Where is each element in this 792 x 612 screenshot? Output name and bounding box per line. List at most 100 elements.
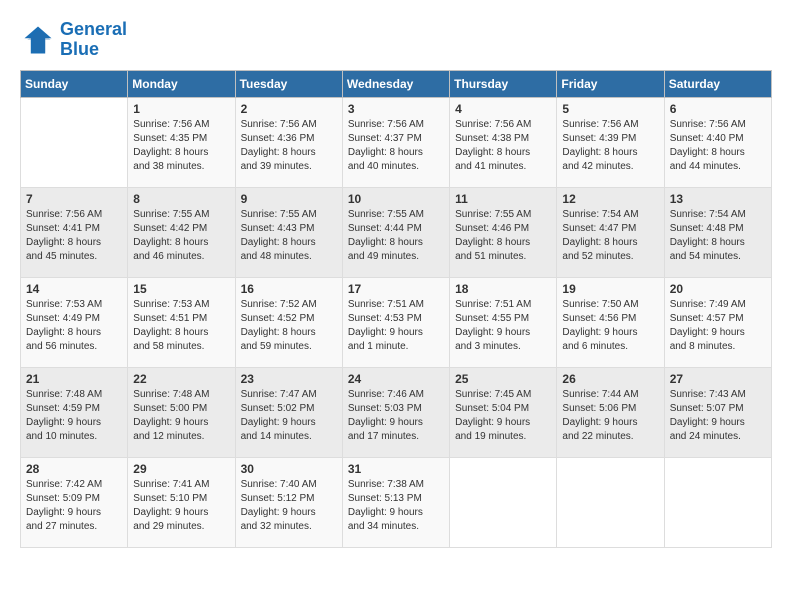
calendar-cell (557, 457, 664, 547)
calendar-cell: 31 Sunrise: 7:38 AMSunset: 5:13 PMDayligh… (342, 457, 449, 547)
day-info: Sunrise: 7:55 AMSunset: 4:44 PMDaylight:… (348, 208, 444, 264)
calendar-cell: 8Sunrise: 7:55 AMSunset: 4:42 PMDaylight… (128, 187, 235, 277)
calendar-week-row: 28Sunrise: 7:42 AMSunset: 5:09 PMDayligh… (21, 457, 772, 547)
logo: General Blue (20, 20, 127, 60)
day-number: 23 (241, 372, 337, 386)
day-number: 6 (670, 102, 766, 116)
calendar-week-row: 1 Sunrise: 7:56 AMSunset: 4:35 PMDaylight… (21, 97, 772, 187)
day-number: 12 (562, 192, 658, 206)
day-number: 10 (348, 192, 444, 206)
calendar-cell: 28Sunrise: 7:42 AMSunset: 5:09 PMDayligh… (21, 457, 128, 547)
day-info: Sunrise: 7:51 AMSunset: 4:55 PMDaylight:… (455, 298, 551, 354)
calendar-cell (450, 457, 557, 547)
day-info: Sunrise: 7:54 AMSunset: 4:47 PMDaylight:… (562, 208, 658, 264)
day-number: 31 (348, 462, 444, 476)
calendar-cell: 21 Sunrise: 7:48 AMSunset: 4:59 PMDayligh… (21, 367, 128, 457)
calendar-cell: 1 Sunrise: 7:56 AMSunset: 4:35 PMDaylight… (128, 97, 235, 187)
day-number: 3 (348, 102, 444, 116)
calendar-cell: 25 Sunrise: 7:45 AMSunset: 5:04 PMDayligh… (450, 367, 557, 457)
day-info: Sunrise: 7:50 AMSunset: 4:56 PMDaylight:… (562, 298, 658, 354)
day-number: 16 (241, 282, 337, 296)
day-number: 11 (455, 192, 551, 206)
weekday-header: Tuesday (235, 70, 342, 97)
calendar-cell: 11 Sunrise: 7:55 AMSunset: 4:46 PMDayligh… (450, 187, 557, 277)
day-number: 21 (26, 372, 122, 386)
day-info: Sunrise: 7:53 AMSunset: 4:51 PMDaylight:… (133, 298, 229, 354)
calendar-cell: 26Sunrise: 7:44 AMSunset: 5:06 PMDayligh… (557, 367, 664, 457)
day-info: Sunrise: 7:38 AMSunset: 5:13 PMDaylight:… (348, 478, 444, 534)
day-info: Sunrise: 7:41 AMSunset: 5:10 PMDaylight:… (133, 478, 229, 534)
calendar-cell: 19Sunrise: 7:50 AMSunset: 4:56 PMDayligh… (557, 277, 664, 367)
day-info: Sunrise: 7:48 AMSunset: 4:59 PMDaylight:… (26, 388, 122, 444)
calendar-cell: 24 Sunrise: 7:46 AMSunset: 5:03 PMDayligh… (342, 367, 449, 457)
calendar-cell: 16 Sunrise: 7:52 AMSunset: 4:52 PMDayligh… (235, 277, 342, 367)
day-info: Sunrise: 7:46 AMSunset: 5:03 PMDaylight:… (348, 388, 444, 444)
day-info: Sunrise: 7:56 AMSunset: 4:35 PMDaylight:… (133, 118, 229, 174)
calendar-cell: 23 Sunrise: 7:47 AMSunset: 5:02 PMDayligh… (235, 367, 342, 457)
calendar-cell: 22 Sunrise: 7:48 AMSunset: 5:00 PMDayligh… (128, 367, 235, 457)
calendar-cell: 15 Sunrise: 7:53 AMSunset: 4:51 PMDayligh… (128, 277, 235, 367)
day-number: 13 (670, 192, 766, 206)
weekday-header: Monday (128, 70, 235, 97)
day-info: Sunrise: 7:55 AMSunset: 4:43 PMDaylight:… (241, 208, 337, 264)
calendar-cell: 29 Sunrise: 7:41 AMSunset: 5:10 PMDayligh… (128, 457, 235, 547)
day-info: Sunrise: 7:53 AMSunset: 4:49 PMDaylight:… (26, 298, 122, 354)
day-number: 15 (133, 282, 229, 296)
calendar-cell: 30 Sunrise: 7:40 AMSunset: 5:12 PMDayligh… (235, 457, 342, 547)
calendar-cell: 18Sunrise: 7:51 AMSunset: 4:55 PMDayligh… (450, 277, 557, 367)
day-number: 2 (241, 102, 337, 116)
day-number: 24 (348, 372, 444, 386)
day-number: 25 (455, 372, 551, 386)
day-info: Sunrise: 7:55 AMSunset: 4:42 PMDaylight:… (133, 208, 229, 264)
calendar-cell (21, 97, 128, 187)
day-number: 9 (241, 192, 337, 206)
calendar-table: SundayMondayTuesdayWednesdayThursdayFrid… (20, 70, 772, 548)
day-info: Sunrise: 7:51 AMSunset: 4:53 PMDaylight:… (348, 298, 444, 354)
day-number: 28 (26, 462, 122, 476)
calendar-cell: 9 Sunrise: 7:55 AMSunset: 4:43 PMDaylight… (235, 187, 342, 277)
calendar-cell (664, 457, 771, 547)
logo-text: General Blue (60, 20, 127, 60)
calendar-cell: 4Sunrise: 7:56 AMSunset: 4:38 PMDaylight… (450, 97, 557, 187)
day-info: Sunrise: 7:43 AMSunset: 5:07 PMDaylight:… (670, 388, 766, 444)
day-info: Sunrise: 7:44 AMSunset: 5:06 PMDaylight:… (562, 388, 658, 444)
calendar-cell: 10 Sunrise: 7:55 AMSunset: 4:44 PMDayligh… (342, 187, 449, 277)
day-number: 30 (241, 462, 337, 476)
day-info: Sunrise: 7:45 AMSunset: 5:04 PMDaylight:… (455, 388, 551, 444)
day-info: Sunrise: 7:47 AMSunset: 5:02 PMDaylight:… (241, 388, 337, 444)
day-info: Sunrise: 7:40 AMSunset: 5:12 PMDaylight:… (241, 478, 337, 534)
day-number: 20 (670, 282, 766, 296)
weekday-header: Saturday (664, 70, 771, 97)
day-info: Sunrise: 7:56 AMSunset: 4:39 PMDaylight:… (562, 118, 658, 174)
day-number: 22 (133, 372, 229, 386)
day-info: Sunrise: 7:49 AMSunset: 4:57 PMDaylight:… (670, 298, 766, 354)
day-info: Sunrise: 7:55 AMSunset: 4:46 PMDaylight:… (455, 208, 551, 264)
calendar-cell: 14 Sunrise: 7:53 AMSunset: 4:49 PMDayligh… (21, 277, 128, 367)
day-number: 27 (670, 372, 766, 386)
calendar-cell: 6 Sunrise: 7:56 AMSunset: 4:40 PMDaylight… (664, 97, 771, 187)
day-info: Sunrise: 7:52 AMSunset: 4:52 PMDaylight:… (241, 298, 337, 354)
calendar-cell: 2 Sunrise: 7:56 AMSunset: 4:36 PMDaylight… (235, 97, 342, 187)
calendar-cell: 3Sunrise: 7:56 AMSunset: 4:37 PMDaylight… (342, 97, 449, 187)
weekday-header: Wednesday (342, 70, 449, 97)
day-info: Sunrise: 7:56 AMSunset: 4:36 PMDaylight:… (241, 118, 337, 174)
day-number: 1 (133, 102, 229, 116)
calendar-cell: 12 Sunrise: 7:54 AMSunset: 4:47 PMDayligh… (557, 187, 664, 277)
day-info: Sunrise: 7:56 AMSunset: 4:40 PMDaylight:… (670, 118, 766, 174)
calendar-cell: 27 Sunrise: 7:43 AMSunset: 5:07 PMDayligh… (664, 367, 771, 457)
calendar-cell: 13 Sunrise: 7:54 AMSunset: 4:48 PMDayligh… (664, 187, 771, 277)
day-info: Sunrise: 7:48 AMSunset: 5:00 PMDaylight:… (133, 388, 229, 444)
weekday-header-row: SundayMondayTuesdayWednesdayThursdayFrid… (21, 70, 772, 97)
calendar-cell: 5Sunrise: 7:56 AMSunset: 4:39 PMDaylight… (557, 97, 664, 187)
calendar-week-row: 7Sunrise: 7:56 AMSunset: 4:41 PMDaylight… (21, 187, 772, 277)
weekday-header: Friday (557, 70, 664, 97)
day-number: 14 (26, 282, 122, 296)
page-header: General Blue (20, 20, 772, 60)
day-number: 17 (348, 282, 444, 296)
weekday-header: Thursday (450, 70, 557, 97)
day-number: 29 (133, 462, 229, 476)
day-info: Sunrise: 7:54 AMSunset: 4:48 PMDaylight:… (670, 208, 766, 264)
day-info: Sunrise: 7:56 AMSunset: 4:41 PMDaylight:… (26, 208, 122, 264)
logo-icon (20, 22, 56, 58)
day-info: Sunrise: 7:56 AMSunset: 4:38 PMDaylight:… (455, 118, 551, 174)
